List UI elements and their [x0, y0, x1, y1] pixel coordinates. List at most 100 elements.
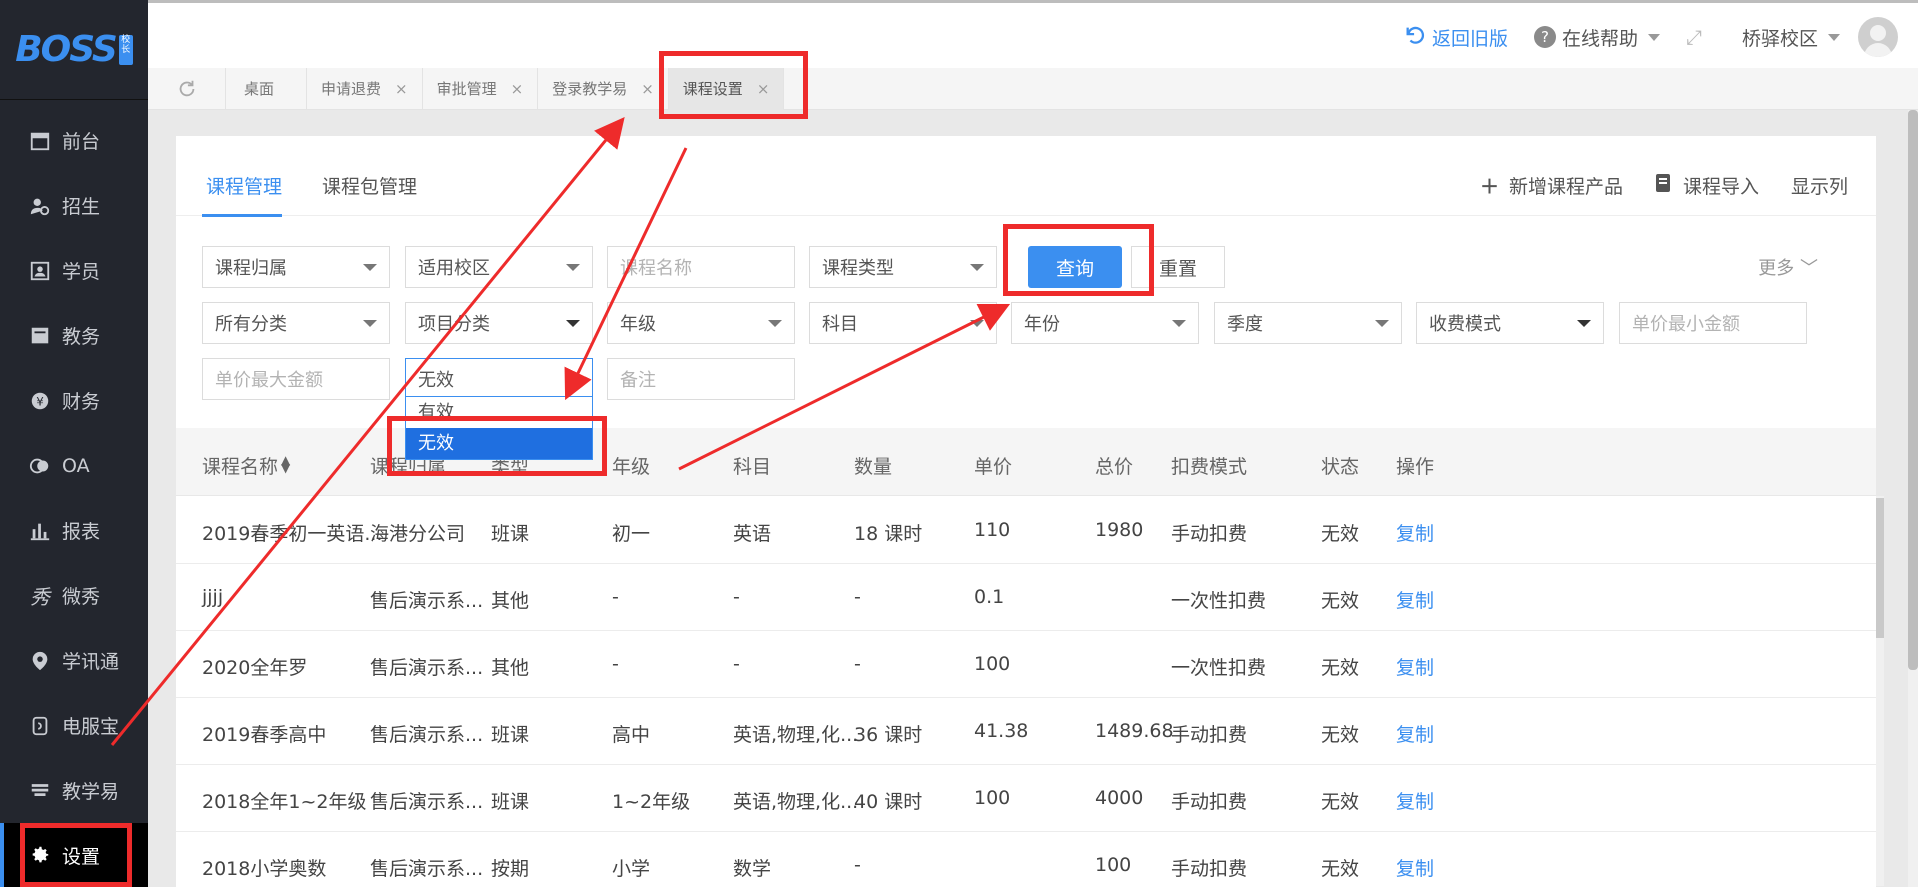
sort-icon[interactable]: ▲ ▼	[281, 454, 290, 474]
table-cell: 售后演示系...	[370, 724, 484, 746]
tab-course-package-management[interactable]: 课程包管理	[322, 172, 417, 199]
campus-select[interactable]: 适用校区	[405, 246, 593, 288]
table-cell: 小学	[612, 858, 651, 880]
course-owner-select[interactable]: 课程归属	[202, 246, 390, 288]
close-icon[interactable]: ×	[395, 80, 408, 98]
table-cell: -	[854, 586, 861, 608]
select-value: 年级	[620, 314, 656, 335]
teach-icon	[28, 779, 52, 803]
fullscreen-toggle[interactable]: ⤢	[1686, 25, 1702, 49]
table-cell: 4000	[1095, 787, 1144, 809]
online-help-menu[interactable]: ? 在线帮助	[1533, 24, 1660, 51]
close-icon[interactable]: ×	[641, 80, 654, 98]
table-cell: 无效	[1321, 858, 1360, 880]
avatar[interactable]	[1858, 17, 1898, 57]
table-row: 2020全年罗 售后演示系... 其他 - - - 100 一次性扣费 无效 复制	[176, 631, 1876, 698]
more-filters-toggle[interactable]: 更多 ﹀	[1758, 254, 1818, 280]
help-label: 在线帮助	[1561, 27, 1638, 50]
sidebar-item-0[interactable]: 前台	[0, 108, 148, 173]
sidebar-item-6[interactable]: 报表	[0, 498, 148, 563]
table-cell: 无效	[1321, 724, 1360, 746]
copy-link[interactable]: 复制	[1396, 787, 1434, 814]
table-cell: 1~2年级	[612, 791, 691, 813]
column-header[interactable]: 课程名称	[202, 452, 278, 479]
chevron-down-icon	[1172, 320, 1186, 327]
page-tab-label: 登录教学易	[552, 80, 628, 98]
bar-chart-icon	[28, 519, 52, 543]
sidebar-item-label: 财务	[62, 391, 101, 413]
annotation-box-status-option	[387, 416, 607, 476]
sidebar-nav: 前台招生 学员教务 ¥ 财务 OA 报表秀微秀 学讯通电服宝教学易	[0, 108, 148, 823]
add-course-product-button[interactable]: ＋ 新增课程产品	[1480, 172, 1623, 199]
sidebar-item-10[interactable]: 教学易	[0, 758, 148, 823]
more-label: 更多	[1758, 258, 1795, 279]
sidebar-item-2[interactable]: 学员	[0, 238, 148, 303]
subject-select[interactable]: 科目	[809, 302, 997, 344]
copy-link[interactable]: 复制	[1396, 720, 1434, 747]
course-type-select[interactable]: 课程类型	[809, 246, 997, 288]
calendar-icon	[28, 129, 52, 153]
course-import-button[interactable]: 课程导入	[1655, 172, 1759, 199]
logo-text: BOSS	[15, 29, 118, 70]
copy-link[interactable]: 复制	[1396, 586, 1434, 613]
table-cell: 41.38	[974, 720, 1029, 742]
status-select[interactable]: 无效	[405, 358, 593, 400]
select-value: 年份	[1024, 314, 1060, 335]
page-tab[interactable]: 桌面	[226, 67, 308, 110]
project-category-select[interactable]: 项目分类	[405, 302, 593, 344]
season-select[interactable]: 季度	[1214, 302, 1402, 344]
copy-link[interactable]: 复制	[1396, 519, 1434, 546]
page-scrollbar-thumb[interactable]	[1908, 110, 1918, 670]
table-cell: 英语,物理,化...	[733, 791, 859, 813]
table-scrollbar-thumb[interactable]	[1876, 498, 1884, 638]
page-tab-label: 桌面	[244, 80, 275, 98]
display-columns-button[interactable]: 显示列	[1791, 172, 1848, 199]
sidebar-item-label: 微秀	[62, 586, 101, 608]
refresh-icon[interactable]	[148, 67, 226, 110]
back-to-old-version-link[interactable]: 返回旧版	[1404, 24, 1508, 51]
phone-icon	[28, 714, 52, 738]
unit-price-max-input[interactable]: 单价最大金额	[202, 358, 390, 400]
app-logo[interactable]: BOSS 校长	[0, 0, 148, 100]
column-header: 数量	[854, 456, 893, 478]
table-cell: 110	[974, 519, 1011, 541]
all-category-select[interactable]: 所有分类	[202, 302, 390, 344]
sidebar-item-label: 教务	[62, 326, 101, 348]
sidebar-item-3[interactable]: 教务	[0, 303, 148, 368]
expand-icon: ⤢	[1685, 25, 1702, 49]
copy-link[interactable]: 复制	[1396, 854, 1434, 881]
page-tab[interactable]: 登录教学易 ×	[538, 67, 669, 110]
course-name-input[interactable]: 课程名称	[607, 246, 795, 288]
remark-input[interactable]: 备注	[607, 358, 795, 400]
page-tab[interactable]: 审批管理 ×	[423, 67, 539, 110]
chevron-down-icon: ﹀	[1800, 258, 1818, 279]
sidebar-item-4[interactable]: ¥ 财务	[0, 368, 148, 433]
table-cell: 初一	[612, 523, 651, 545]
sidebar-item-1[interactable]: 招生	[0, 173, 148, 238]
table-cell: 数学	[733, 858, 772, 880]
grade-select[interactable]: 年级	[607, 302, 795, 344]
page-tab[interactable]: 申请退费 ×	[307, 67, 423, 110]
charge-mode-select[interactable]: 收费模式	[1416, 302, 1604, 344]
sidebar-item-8[interactable]: 学讯通	[0, 628, 148, 693]
select-value: 季度	[1227, 314, 1263, 335]
sidebar-item-label: 电服宝	[62, 716, 120, 738]
unit-price-min-input[interactable]: 单价最小金额	[1619, 302, 1807, 344]
campus-switcher[interactable]: 桥驿校区	[1742, 24, 1840, 51]
sidebar-item-7[interactable]: 秀微秀	[0, 563, 148, 628]
chevron-down-icon	[566, 264, 580, 271]
column-header: 操作	[1396, 456, 1435, 478]
sidebar-item-5[interactable]: OA	[0, 433, 148, 498]
close-icon[interactable]: ×	[511, 80, 524, 98]
copy-link[interactable]: 复制	[1396, 653, 1434, 680]
table-cell: 售后演示系...	[370, 791, 484, 813]
sidebar-item-9[interactable]: 电服宝	[0, 693, 148, 758]
sidebar-item-label: 前台	[62, 131, 101, 153]
input-placeholder: 单价最小金额	[1632, 314, 1740, 335]
tab-course-management[interactable]: 课程管理	[206, 172, 282, 199]
table-row: 2019春季初一英语... 海港分公司 班课 初一 英语 18 课时 110 1980 手动扣费…	[176, 497, 1876, 564]
table-cell: 一次性扣费	[1171, 590, 1267, 612]
select-value: 收费模式	[1429, 314, 1501, 335]
table-cell: 1489.68	[1095, 720, 1174, 742]
year-select[interactable]: 年份	[1011, 302, 1199, 344]
